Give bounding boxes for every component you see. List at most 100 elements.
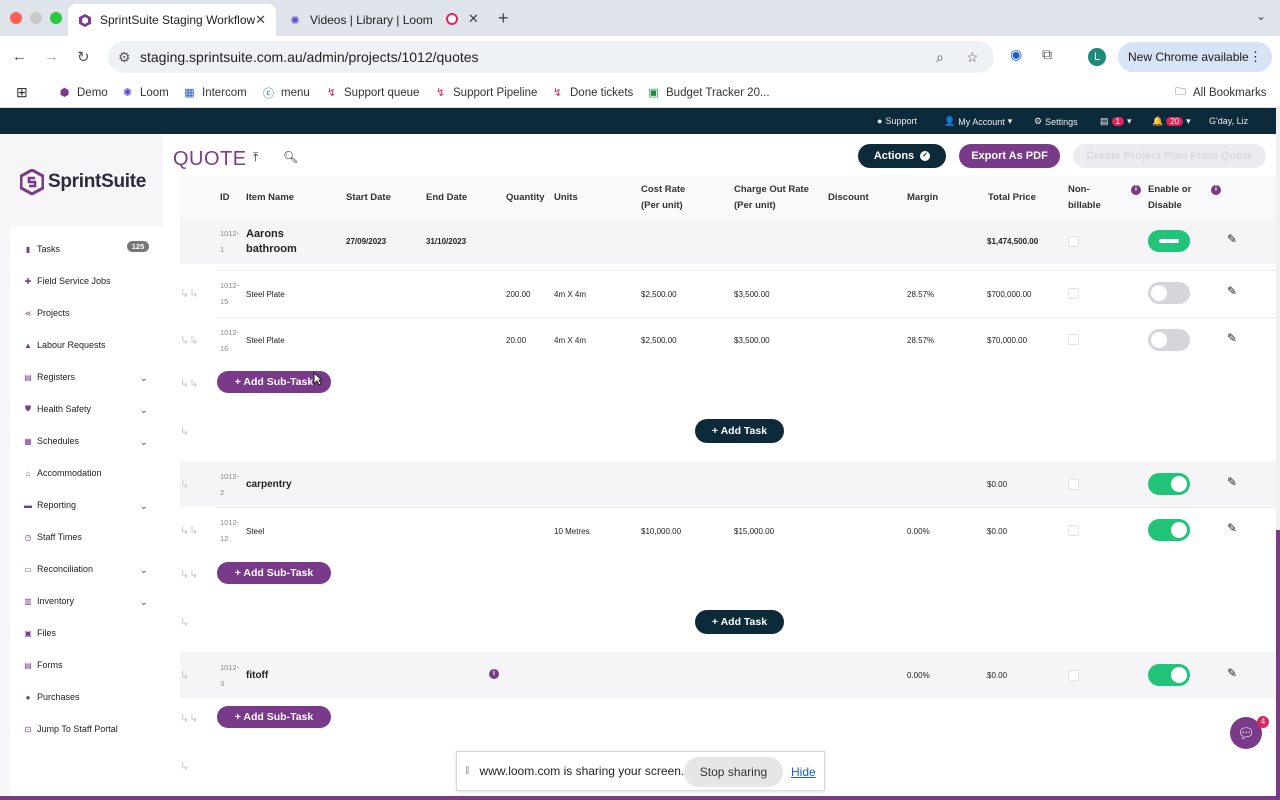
apps-grid-icon[interactable]: ⊞ [16,84,28,101]
forward-icon[interactable]: → [44,48,59,65]
non-billable-checkbox[interactable] [1068,525,1079,536]
sidebar-item-reporting[interactable]: ▬ Reporting [23,500,76,510]
chevron-down-icon[interactable]: ⌄ [140,437,148,448]
address-bar[interactable]: ⚙ staging.sprintsuite.com.au/admin/proje… [108,41,994,73]
edit-pencil-icon[interactable]: ✎ [1227,284,1237,298]
sidebar-item-forms[interactable]: ▤ Forms [23,660,62,670]
edit-pencil-icon[interactable]: ✎ [1227,475,1237,489]
scrollbar-thumb[interactable] [1276,530,1280,800]
sidebar-item-tasks[interactable]: ▮ Tasks [23,244,60,254]
bookmark-budget-tracker[interactable]: ▣ Budget Tracker 20... [647,86,769,100]
close-tab-icon[interactable]: ✕ [255,12,266,28]
files-icon: ▣ [24,628,32,638]
sidebar-item-purchases[interactable]: ● Purchases [23,692,80,702]
chevron-down-icon[interactable]: ⌄ [140,373,148,384]
support-icon: ↯ [435,87,446,99]
bookmark-loom[interactable]: ✺ Loom [121,86,169,100]
edit-pencil-icon[interactable]: ✎ [1227,666,1237,680]
bookmark-support-pipeline[interactable]: ↯ Support Pipeline [434,86,538,100]
sidebar-item-reconciliation[interactable]: ▭ Reconciliation [23,564,93,574]
enable-toggle[interactable] [1148,230,1190,252]
back-icon[interactable]: ← [12,48,27,65]
add-subtask-button[interactable]: + Add Sub-Task [217,562,331,584]
zoom-icon[interactable]: ⌕ [936,49,944,66]
actions-button[interactable]: Actions ✓ [858,144,946,168]
chevron-down-icon[interactable]: ⌄ [140,501,148,512]
maximize-window-button[interactable] [50,12,62,24]
chevron-down-icon[interactable]: ⌄ [140,405,148,416]
extensions-icon[interactable]: ⧉ [1042,46,1052,63]
info-icon[interactable]: i [1131,185,1141,195]
bookmark-intercom[interactable]: ▦ Intercom [183,86,246,100]
tab-search-icon[interactable]: ⌄ [1256,9,1266,23]
sidebar-item-schedules[interactable]: ▦ Schedules [23,436,79,446]
tab-sprintsuite[interactable]: SprintSuite Staging Workflow ✕ [68,4,276,36]
sidebar-item-accommodation[interactable]: ⌂ Accommodation [23,468,102,478]
bookmark-support-queue[interactable]: ↯ Support queue [325,86,420,100]
new-chrome-available-button[interactable]: New Chrome available ⋮ [1118,42,1272,72]
sidebar-item-projects[interactable]: ⋖ Projects [23,308,70,318]
edit-pencil-icon[interactable]: ✎ [1227,232,1237,246]
info-icon[interactable]: i [489,669,499,679]
support-link[interactable]: ● Support [877,116,917,126]
notifications-menu[interactable]: 🔔 20 ▾ [1152,116,1191,127]
my-account-menu[interactable]: 👤 My Account ▾ [944,116,1012,127]
bookmark-done-tickets[interactable]: ↯ Done tickets [551,86,633,100]
enable-toggle[interactable] [1148,282,1190,304]
sidebar-item-label: Tasks [37,244,61,254]
extension-1password-icon[interactable]: ◉ [1010,46,1022,63]
non-billable-checkbox[interactable] [1068,288,1079,299]
sidebar-item-files[interactable]: ▣ Files [23,628,56,638]
profile-avatar[interactable]: L [1088,48,1106,66]
sidebar-item-inventory[interactable]: ▥ Inventory [23,596,74,606]
sprintsuite-logo[interactable]: SprintSuite [20,169,146,195]
add-task-button[interactable]: + Add Task [695,419,784,443]
settings-link[interactable]: ⚙ Settings [1034,116,1078,127]
sidebar-item-label: Reporting [37,500,77,510]
all-bookmarks[interactable]: 🗀 All Bookmarks [1174,86,1267,99]
non-billable-checkbox[interactable] [1068,479,1079,490]
bookmark-star-icon[interactable]: ☆ [966,49,979,66]
documents-menu[interactable]: ▤ 1 ▾ [1100,116,1132,127]
chevron-down-icon[interactable]: ⌄ [140,565,148,576]
close-tab-icon[interactable]: ✕ [468,11,479,27]
header-line: Enable or [1148,184,1192,195]
non-billable-checkbox[interactable] [1068,236,1079,247]
header-enable: Enable or Disable [1148,182,1191,214]
search-icon[interactable]: 🔍︎ [283,150,298,164]
enable-toggle[interactable] [1148,519,1190,541]
non-billable-checkbox[interactable] [1068,670,1079,681]
export-pdf-button[interactable]: Export As PDF [959,144,1060,168]
subtask-arrow-icon: ↳ [180,617,190,629]
bookmark-menu[interactable]: ⓒ menu [262,86,310,100]
non-billable-checkbox[interactable] [1068,334,1079,345]
labour-icon: ▲ [24,340,32,350]
sidebar-item-jump-to-staff-portal[interactable]: ⊡ Jump To Staff Portal [23,724,118,734]
enable-toggle[interactable] [1148,329,1190,351]
sidebar-item-labour-requests[interactable]: ▲ Labour Requests [23,340,106,350]
enable-toggle[interactable] [1148,473,1190,495]
sidebar-item-health-safety[interactable]: ⛊ Health Safety [23,404,91,414]
sidebar-item-field-service-jobs[interactable]: ✚ Field Service Jobs [23,276,111,286]
hide-link[interactable]: Hide [791,765,816,779]
sidebar-item-registers[interactable]: ▤ Registers [23,372,75,382]
minimize-window-button[interactable] [30,12,42,24]
mouse-cursor-icon [313,372,323,386]
reload-icon[interactable]: ↻ [77,48,90,66]
new-tab-icon[interactable]: + [498,8,509,29]
add-subtask-button[interactable]: + Add Sub-Task [217,706,331,728]
sidebar-item-label: Staff Times [37,532,82,542]
stop-sharing-button[interactable]: Stop sharing [684,757,783,787]
drag-handle-icon[interactable]: ‖ [465,765,470,777]
edit-pencil-icon[interactable]: ✎ [1227,521,1237,535]
bookmark-demo[interactable]: ⬢ Demo [58,86,108,100]
sidebar-item-staff-times[interactable]: ◷ Staff Times [23,532,82,542]
site-info-icon[interactable]: ⚙ [118,49,131,66]
add-task-button[interactable]: + Add Task [695,610,784,634]
info-icon[interactable]: i [1211,185,1221,195]
edit-pencil-icon[interactable]: ✎ [1227,331,1237,345]
chevron-down-icon[interactable]: ⌄ [140,597,148,608]
scroll-top-icon[interactable]: ⤒ [253,150,258,165]
enable-toggle[interactable] [1148,664,1190,686]
close-window-button[interactable] [10,12,22,24]
